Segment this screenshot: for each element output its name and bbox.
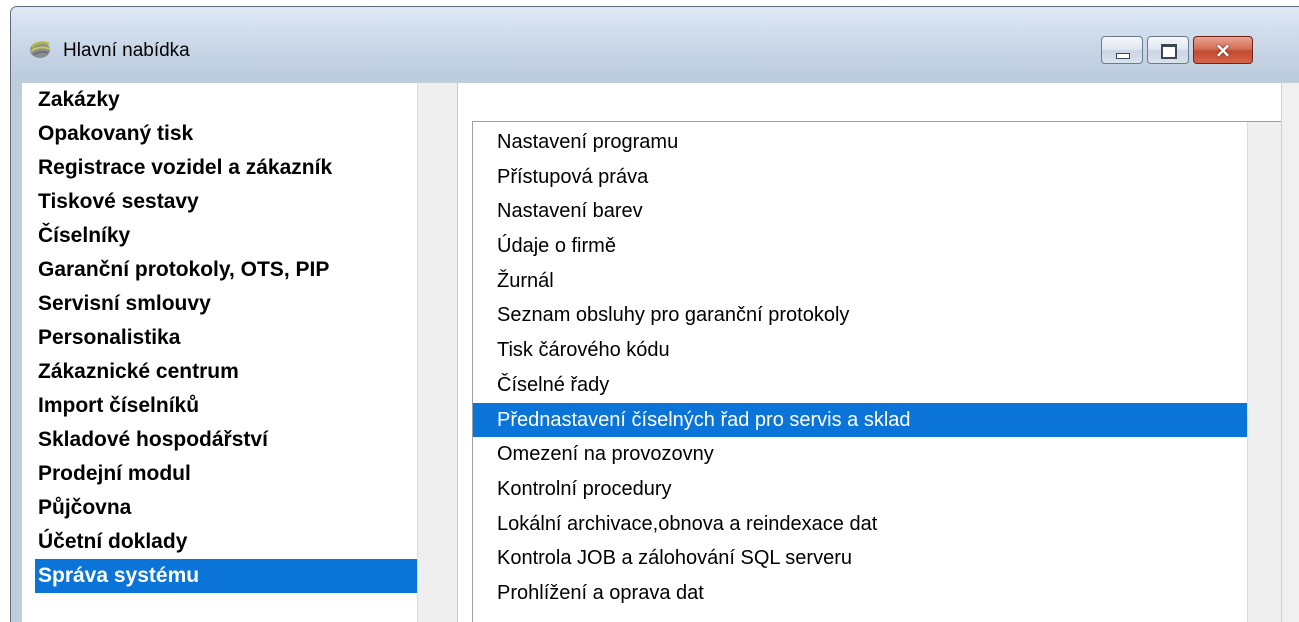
submenu-item[interactable]: Lokální archivace,obnova a reindexace da… xyxy=(473,507,1248,542)
submenu-item[interactable]: Omezení na provozovny xyxy=(473,437,1248,472)
main-menu-item[interactable]: Správa systému xyxy=(35,559,417,593)
app-logo-icon xyxy=(30,41,51,58)
main-menu-list: Zakázky Opakovaný tisk Registrace vozidel … xyxy=(22,83,417,593)
submenu-item[interactable]: Číselné řady xyxy=(473,368,1248,403)
main-menu-item[interactable]: Tiskové sestavy xyxy=(22,185,417,219)
title-bar[interactable]: Hlavní nabídka × xyxy=(11,7,1299,77)
main-menu-item[interactable]: Skladové hospodářství xyxy=(22,423,417,457)
submenu-item[interactable]: Údaje o firmě xyxy=(473,229,1248,264)
submenu-item[interactable]: Přednastavení číselných řad pro servis a… xyxy=(473,402,1248,438)
main-menu-item[interactable]: Číselníky xyxy=(22,219,417,253)
submenu-item[interactable]: Nastavení barev xyxy=(473,194,1248,229)
submenu-item[interactable]: Žurnál xyxy=(473,264,1248,299)
main-menu-item[interactable]: Půjčovna xyxy=(22,491,417,525)
main-menu-panel: Zakázky Opakovaný tisk Registrace vozidel … xyxy=(22,83,457,622)
main-menu-item[interactable]: Import číselníků xyxy=(22,389,417,423)
window-title: Hlavní nabídka xyxy=(63,40,190,61)
submenu-item[interactable]: Kontrola JOB a zálohování SQL serveru xyxy=(473,541,1248,576)
main-menu-item[interactable]: Zakázky xyxy=(22,83,417,117)
submenu-list: Nastavení programu Přístupová práva Nastav… xyxy=(473,125,1248,611)
main-menu-window: Hlavní nabídka × Zakázky Opakovaný tisk Re… xyxy=(10,6,1299,622)
main-menu-item[interactable]: Registrace vozidel a zákazník xyxy=(22,151,417,185)
submenu-item[interactable]: Přístupová práva xyxy=(473,160,1248,195)
main-menu-item[interactable]: Účetní doklady xyxy=(22,525,417,559)
close-button[interactable]: × xyxy=(1193,36,1253,64)
main-menu-scrollbar[interactable] xyxy=(417,83,457,622)
close-icon: × xyxy=(1214,38,1232,62)
submenu-item[interactable]: Prohlížení a oprava dat xyxy=(473,576,1248,611)
submenu-item[interactable]: Seznam obsluhy pro garanční protokoly xyxy=(473,298,1248,333)
minimize-icon xyxy=(1116,53,1130,59)
submenu-item[interactable]: Tisk čárového kódu xyxy=(473,333,1248,368)
window-scrollbar[interactable] xyxy=(1281,83,1299,622)
submenu-panel: Nastavení programu Přístupová práva Nastav… xyxy=(472,121,1284,622)
minimize-button[interactable] xyxy=(1101,36,1143,64)
main-menu-item[interactable]: Personalistika xyxy=(22,321,417,355)
main-menu-item[interactable]: Servisní smlouvy xyxy=(22,287,417,321)
maximize-button[interactable] xyxy=(1147,36,1189,64)
maximize-icon xyxy=(1161,44,1177,59)
submenu-scrollbar[interactable] xyxy=(1247,122,1283,622)
main-menu-item[interactable]: Garanční protokoly, OTS, PIP xyxy=(22,253,417,287)
submenu-area: Nastavení programu Přístupová práva Nastav… xyxy=(458,83,1299,622)
main-menu-item[interactable]: Prodejní modul xyxy=(22,457,417,491)
main-menu-item[interactable]: Zákaznické centrum xyxy=(22,355,417,389)
main-menu-item[interactable]: Opakovaný tisk xyxy=(22,117,417,151)
submenu-item[interactable]: Kontrolní procedury xyxy=(473,472,1248,507)
submenu-item[interactable]: Nastavení programu xyxy=(473,125,1248,160)
